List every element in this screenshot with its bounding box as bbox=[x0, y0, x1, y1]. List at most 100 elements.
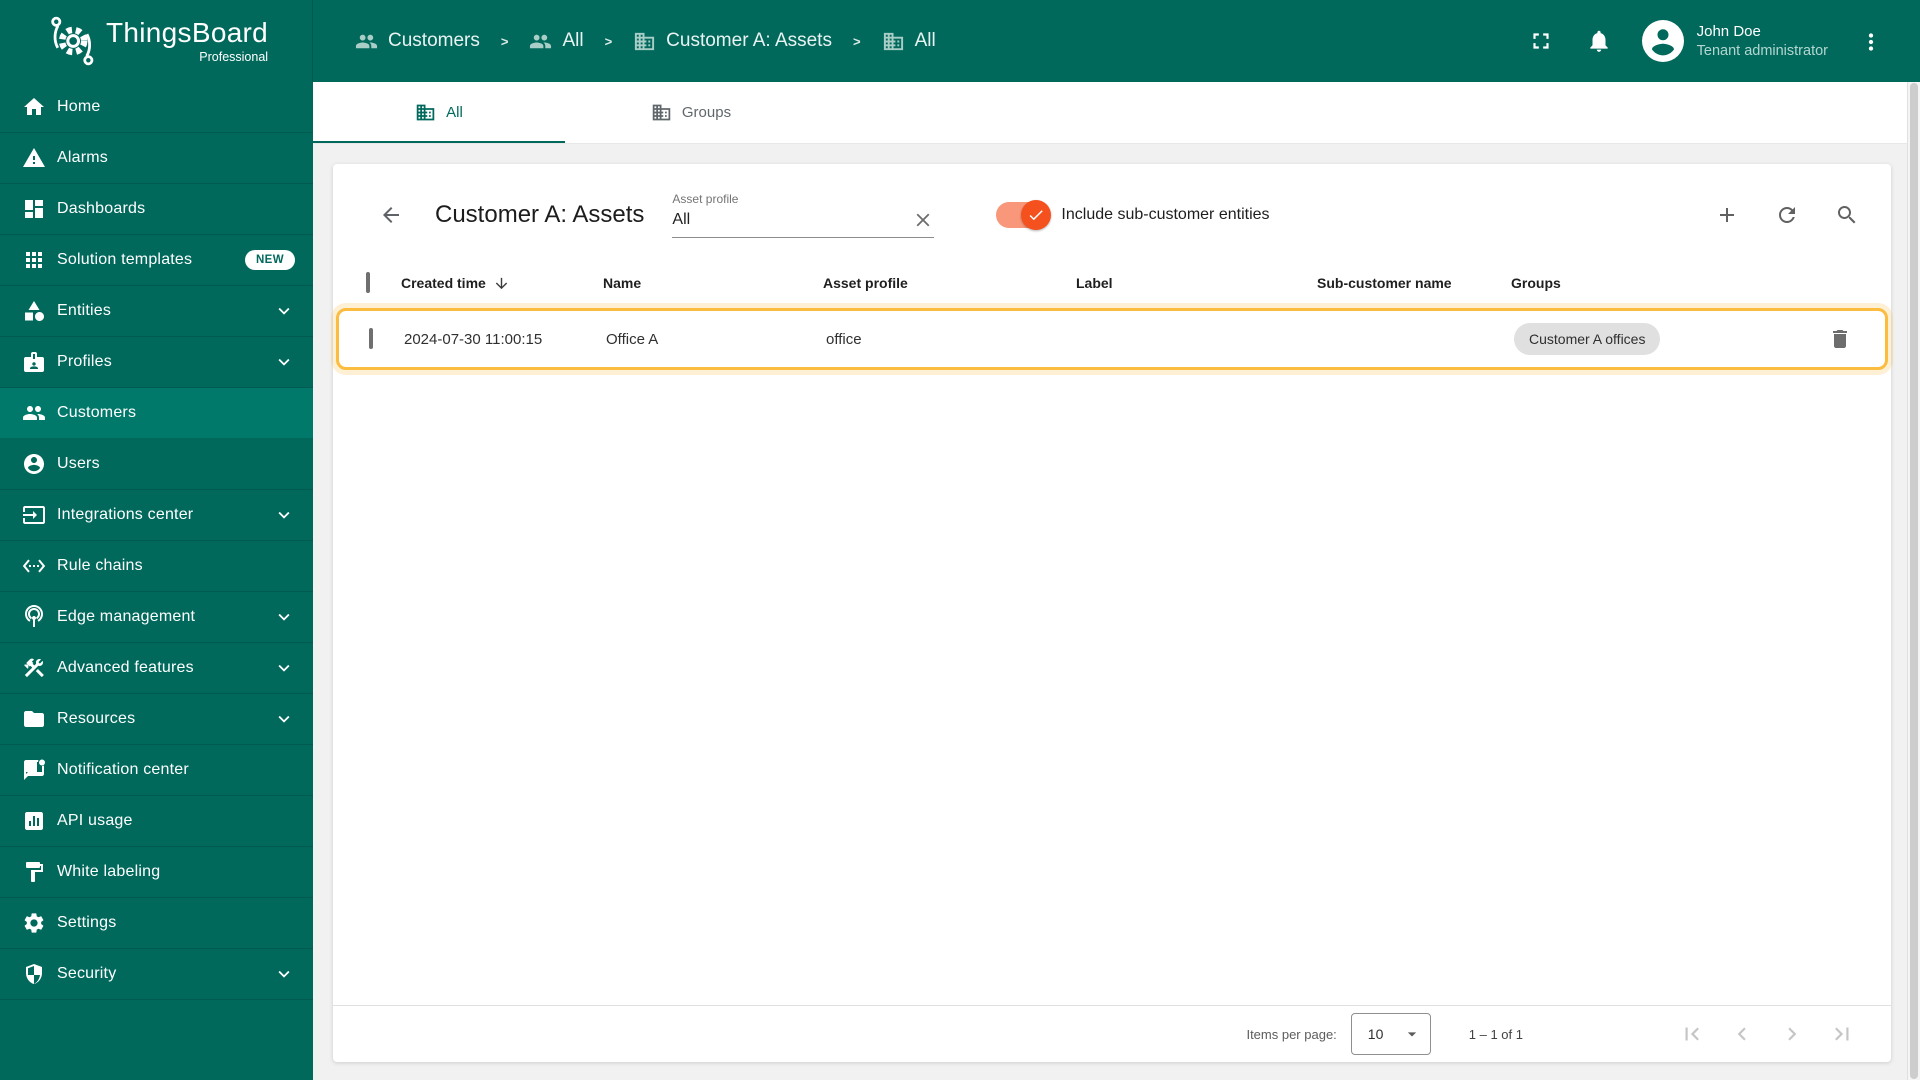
cell-created-time: 2024-07-30 11:00:15 bbox=[404, 330, 543, 348]
table-actions bbox=[1707, 195, 1867, 235]
cell-name: Office A bbox=[606, 330, 659, 348]
construction-icon bbox=[22, 656, 46, 680]
asset-profile-filter[interactable]: Asset profile All bbox=[672, 192, 935, 238]
user-name: John Doe bbox=[1696, 23, 1761, 40]
chevron-down-icon bbox=[273, 351, 295, 373]
domain-icon bbox=[415, 102, 436, 123]
breadcrumb: Customers > All > Customer A: Assets > A… bbox=[355, 30, 936, 53]
sidebar-item-entities[interactable]: Entities bbox=[0, 286, 313, 337]
more-menu-button[interactable] bbox=[1858, 29, 1882, 53]
first-page-button[interactable] bbox=[1673, 1015, 1711, 1053]
people-icon bbox=[355, 30, 378, 53]
paginator: Items per page: 10 1 – 1 of 1 bbox=[333, 1005, 1891, 1062]
next-page-button[interactable] bbox=[1773, 1015, 1811, 1053]
sidebar-item-notification-center[interactable]: Notification center bbox=[0, 745, 313, 796]
select-all-checkbox[interactable] bbox=[366, 272, 370, 293]
sidebar-item-alarms[interactable]: Alarms bbox=[0, 133, 313, 184]
search-button[interactable] bbox=[1827, 195, 1867, 235]
include-sub-customer-label: Include sub-customer entities bbox=[1061, 206, 1270, 223]
asset-profile-filter-label: Asset profile bbox=[672, 192, 739, 206]
ethernet-icon bbox=[22, 554, 46, 578]
cell-groups: Customer A offices bbox=[1514, 323, 1800, 355]
sidebar-item-dashboards[interactable]: Dashboards bbox=[0, 184, 313, 235]
sidebar-item-api-usage[interactable]: API usage bbox=[0, 796, 313, 847]
chevron-down-icon bbox=[273, 504, 295, 526]
delete-row-button[interactable] bbox=[1820, 319, 1860, 359]
sidebar-item-security[interactable]: Security bbox=[0, 949, 313, 1000]
add-button[interactable] bbox=[1707, 195, 1747, 235]
sidebar: Home Alarms Dashboards Solution template… bbox=[0, 82, 313, 1080]
group-chip: Customer A offices bbox=[1514, 323, 1661, 355]
sidebar-item-edge-management[interactable]: Edge management bbox=[0, 592, 313, 643]
sidebar-item-customers[interactable]: Customers bbox=[0, 388, 313, 439]
column-header-name[interactable]: Name bbox=[603, 275, 823, 291]
column-header-sub-customer-name[interactable]: Sub-customer name bbox=[1317, 275, 1511, 291]
tab-all[interactable]: All bbox=[313, 82, 565, 143]
bell-icon bbox=[1586, 28, 1612, 54]
sort-desc-icon bbox=[493, 275, 510, 292]
fullscreen-icon bbox=[1528, 28, 1554, 54]
table-row[interactable]: 2024-07-30 11:00:15 Office A office Cust… bbox=[336, 308, 1888, 370]
breadcrumb-separator: > bbox=[852, 33, 861, 49]
clear-filter-button[interactable] bbox=[912, 209, 934, 231]
entities-table-card: Customer A: Assets Asset profile All Inc… bbox=[333, 164, 1891, 1062]
sidebar-item-white-labeling[interactable]: White labeling bbox=[0, 847, 313, 898]
column-header-asset-profile[interactable]: Asset profile bbox=[823, 275, 1076, 291]
breadcrumb-all-assets[interactable]: All bbox=[882, 30, 936, 53]
sidebar-item-settings[interactable]: Settings bbox=[0, 898, 313, 949]
breadcrumb-customer-a-assets[interactable]: Customer A: Assets bbox=[633, 30, 832, 53]
sidebar-item-home[interactable]: Home bbox=[0, 82, 313, 133]
breadcrumb-separator: > bbox=[500, 33, 509, 49]
new-badge: NEW bbox=[244, 250, 295, 270]
sidebar-item-profiles[interactable]: Profiles bbox=[0, 337, 313, 388]
asset-profile-filter-value: All bbox=[672, 211, 691, 228]
items-per-page-select[interactable]: 10 bbox=[1350, 1013, 1431, 1055]
chevron-down-icon bbox=[273, 708, 295, 730]
user-info[interactable]: John Doe Tenant administrator bbox=[1697, 23, 1828, 59]
last-page-button[interactable] bbox=[1823, 1015, 1861, 1053]
page-navigation bbox=[1673, 1015, 1861, 1053]
folder-icon bbox=[22, 707, 46, 731]
table-header-row: Created time Name Asset profile Label Su… bbox=[333, 260, 1891, 306]
thingsboard-logo-icon bbox=[44, 13, 100, 69]
column-header-groups[interactable]: Groups bbox=[1511, 275, 1803, 291]
sidebar-item-users[interactable]: Users bbox=[0, 439, 313, 490]
column-header-created-time[interactable]: Created time bbox=[401, 275, 603, 292]
fullscreen-button[interactable] bbox=[1528, 28, 1554, 54]
sidebar-item-integrations-center[interactable]: Integrations center bbox=[0, 490, 313, 541]
back-button[interactable] bbox=[371, 195, 411, 235]
previous-page-button[interactable] bbox=[1723, 1015, 1761, 1053]
tab-groups[interactable]: Groups bbox=[565, 82, 817, 143]
column-header-label[interactable]: Label bbox=[1076, 275, 1317, 291]
content-area: Customer A: Assets Asset profile All Inc… bbox=[313, 144, 1907, 1080]
plus-icon bbox=[1715, 203, 1739, 227]
include-sub-customer-toggle[interactable] bbox=[996, 199, 1052, 231]
notifications-button[interactable] bbox=[1586, 28, 1612, 54]
breadcrumb-all-customers[interactable]: All bbox=[529, 30, 584, 53]
refresh-icon bbox=[1775, 203, 1799, 227]
sidebar-item-resources[interactable]: Resources bbox=[0, 694, 313, 745]
chevron-down-icon bbox=[273, 300, 295, 322]
main-content: All Groups Customer A: Assets Asset prof… bbox=[313, 82, 1907, 1080]
breadcrumb-customers[interactable]: Customers bbox=[355, 30, 480, 53]
sidebar-item-rule-chains[interactable]: Rule chains bbox=[0, 541, 313, 592]
top-bar: ThingsBoard Professional Customers > All… bbox=[0, 0, 1920, 82]
close-icon bbox=[912, 209, 934, 231]
chevron-down-icon bbox=[273, 606, 295, 628]
domain-icon bbox=[651, 102, 672, 123]
row-checkbox[interactable] bbox=[369, 328, 373, 349]
page-range-label: 1 – 1 of 1 bbox=[1468, 1026, 1523, 1042]
home-icon bbox=[22, 95, 46, 119]
avatar[interactable] bbox=[1641, 20, 1684, 62]
sidebar-item-solution-templates[interactable]: Solution templates NEW bbox=[0, 235, 313, 286]
scrollbar-thumb[interactable] bbox=[1910, 83, 1918, 1079]
refresh-button[interactable] bbox=[1767, 195, 1807, 235]
check-icon bbox=[1027, 206, 1045, 224]
scrollbar[interactable] bbox=[1907, 82, 1920, 1080]
sidebar-item-advanced-features[interactable]: Advanced features bbox=[0, 643, 313, 694]
chevron-right-icon bbox=[1779, 1021, 1805, 1047]
wifi-tethering-icon bbox=[22, 605, 46, 629]
people-icon bbox=[529, 30, 552, 53]
logo-area[interactable]: ThingsBoard Professional bbox=[0, 0, 313, 82]
chevron-left-icon bbox=[1729, 1021, 1755, 1047]
